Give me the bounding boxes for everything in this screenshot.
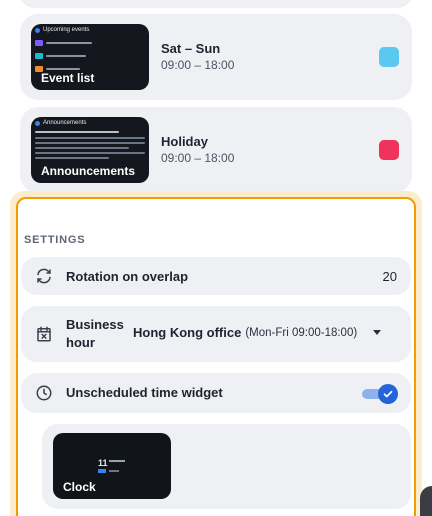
unscheduled-toggle[interactable] [362,384,398,404]
schedule-title: Sat – Sun [161,41,221,56]
calendar-x-icon [35,325,53,343]
chevron-down-icon [373,330,382,335]
schedule-title: Holiday [161,134,208,149]
widget-name: Announcements [41,164,136,178]
window-corner [420,486,432,516]
event-list-widget-thumbnail: Upcoming events Event list [31,24,149,90]
thumbnail-header: Upcoming events [35,27,89,33]
settings-heading: SETTINGS [24,234,86,246]
announcements-widget-thumbnail: Announcements Announcements [31,117,149,183]
business-hour-label: Business hour [66,317,124,350]
check-icon [378,384,398,404]
widget-name: Clock [63,480,96,494]
clock-thumb-day: 11 [98,458,108,468]
clock-icon [35,384,53,402]
schedule-color-swatch[interactable] [379,47,399,67]
rotation-on-overlap-row[interactable]: Rotation on overlap 20 [21,257,411,295]
unscheduled-widget-area: 11 Clock [42,424,411,509]
unscheduled-time-widget-row: Unscheduled time widget [21,373,411,413]
unscheduled-label: Unscheduled time widget [66,385,223,400]
schedule-time: 09:00 – 18:00 [161,58,235,72]
clock-widget-thumbnail[interactable]: 11 Clock [53,433,171,499]
rotation-value-input[interactable]: 20 [383,269,397,284]
business-hour-select[interactable]: Hong Kong office (Mon-Fri 09:00-18:00) [133,325,382,340]
rotation-label: Rotation on overlap [66,269,189,284]
schedule-color-swatch[interactable] [379,140,399,160]
schedule-card-announcements[interactable]: Announcements Announcements Holiday 09:0… [20,107,412,193]
schedule-card-event-list[interactable]: Upcoming events Event list Sat – Sun 09:… [20,14,412,100]
thumbnail-header: Announcements [35,120,86,126]
business-hour-selected: Hong Kong office [133,325,242,340]
previous-schedule-card [20,0,412,8]
schedule-time: 09:00 – 18:00 [161,151,235,165]
business-hour-row: Business hour Hong Kong office (Mon-Fri … [21,306,411,362]
widget-name: Event list [41,71,95,85]
business-hour-detail: (Mon-Fri 09:00-18:00) [245,326,358,339]
rotate-icon [35,267,53,285]
